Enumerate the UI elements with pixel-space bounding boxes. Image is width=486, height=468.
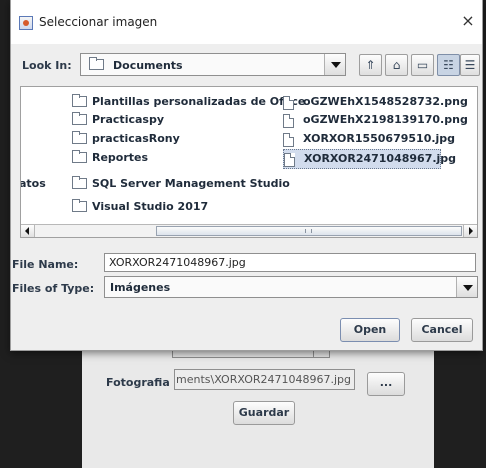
- new-folder-button[interactable]: ▭: [411, 54, 434, 76]
- list-item-label: Reportes: [92, 151, 149, 164]
- horizontal-scrollbar[interactable]: [21, 224, 477, 237]
- list-item-label: Practicaspy: [92, 113, 164, 126]
- file-icon: [283, 96, 294, 110]
- browse-button[interactable]: ...: [367, 372, 405, 396]
- look-in-label: Look In:: [22, 59, 72, 72]
- photo-label: Fotografia: [106, 376, 170, 389]
- file-icon: [284, 153, 295, 167]
- scroll-right-button[interactable]: [463, 225, 477, 237]
- title-bar[interactable]: Seleccionar imagen ×: [11, 0, 482, 44]
- chevron-down-icon[interactable]: [324, 54, 345, 75]
- scrollbar-thumb[interactable]: [156, 226, 462, 236]
- chevron-down-icon[interactable]: [456, 277, 477, 297]
- list-item-file-selected[interactable]: XORXOR2471048967.jpg: [283, 149, 456, 169]
- list-view-icon: ☷: [443, 58, 454, 72]
- details-view-icon: ☰: [464, 58, 476, 72]
- files-of-type-value: Imágenes: [110, 281, 171, 294]
- look-in-combo[interactable]: Documents: [80, 53, 346, 76]
- folder-icon: [72, 150, 87, 163]
- up-one-level-button[interactable]: ⇑: [359, 54, 382, 76]
- list-item-label: atos: [20, 177, 46, 190]
- folder-icon: [72, 112, 87, 125]
- files-of-type-label: Files of Type:: [12, 282, 95, 295]
- file-icon: [283, 133, 294, 147]
- open-button[interactable]: Open: [340, 318, 400, 342]
- list-item-label: Plantillas personalizadas de Office: [92, 95, 306, 108]
- folder-icon: [72, 199, 87, 212]
- file-chooser-dialog: Seleccionar imagen × Look In: Documents …: [10, 0, 483, 351]
- photo-path-text: C:\Users\Documents\XORXOR2471048967.jpg: [175, 373, 351, 386]
- list-item-label: oGZWEhX2198139170.png: [303, 113, 468, 126]
- up-folder-icon: ⇑: [365, 58, 376, 72]
- file-list[interactable]: atos Plantillas personalizadas de Office…: [20, 86, 478, 238]
- scroll-left-button[interactable]: [21, 225, 35, 237]
- java-app-icon: [19, 16, 33, 30]
- folder-icon: [72, 131, 87, 144]
- list-item-label: Visual Studio 2017: [92, 200, 209, 213]
- home-icon: ⌂: [392, 58, 401, 72]
- dialog-title: Seleccionar imagen: [39, 15, 158, 29]
- cancel-button[interactable]: Cancel: [411, 318, 473, 342]
- list-item-partial[interactable]: atos: [20, 175, 46, 193]
- details-view-button[interactable]: ☰: [460, 54, 480, 76]
- background-form: Fotografia C:\Users\Documents\XORXOR2471…: [82, 345, 434, 468]
- folder-icon: [72, 94, 87, 107]
- folder-icon: [89, 57, 104, 70]
- list-item-label: oGZWEhX1548528732.png: [303, 95, 468, 108]
- list-item-label: XORXOR2471048967.jpg: [304, 152, 457, 165]
- new-folder-icon: ▭: [416, 58, 429, 72]
- file-name-label: File Name:: [12, 258, 79, 271]
- look-in-value: Documents: [113, 59, 183, 72]
- file-icon: [283, 114, 294, 128]
- list-view-button[interactable]: ☷: [437, 54, 460, 76]
- list-item-label: practicasRony: [92, 132, 180, 145]
- close-button[interactable]: ×: [460, 12, 476, 30]
- home-button[interactable]: ⌂: [385, 54, 408, 76]
- list-item-label: SQL Server Management Studio: [92, 177, 290, 190]
- file-name-input[interactable]: [104, 253, 476, 272]
- files-of-type-combo[interactable]: Imágenes: [104, 276, 478, 298]
- list-item-label: XORXOR1550679510.jpg: [303, 132, 456, 145]
- photo-path-field[interactable]: C:\Users\Documents\XORXOR2471048967.jpg: [174, 369, 355, 390]
- folder-icon: [72, 176, 87, 189]
- save-button[interactable]: Guardar: [233, 401, 295, 425]
